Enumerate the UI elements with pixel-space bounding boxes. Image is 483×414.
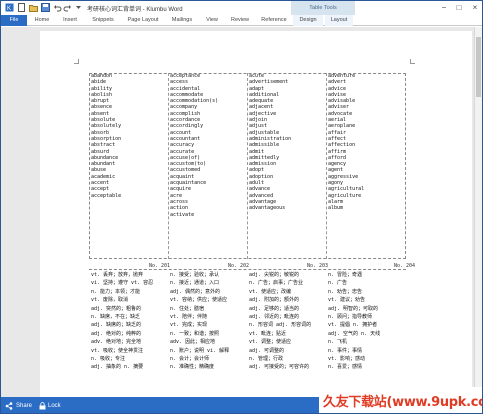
- watermark-text: 久友下载站(www.9upk.com): [323, 395, 482, 410]
- word-column-1: abandon abide ability abolish abrupt absence a…: [90, 73, 169, 259]
- share-icon: [5, 402, 13, 410]
- new-doc-icon[interactable]: [17, 3, 26, 12]
- margin-mark: [410, 59, 415, 64]
- definition-entry: adj. 偶然的；意外的: [170, 288, 221, 295]
- definition-entry: n. 形容词 adj. 形容词的: [249, 322, 312, 329]
- definition-column-2: n. 接受；验收；承认 n. 接近；通道；入口 adj. 偶然的；意外的 vt. 容纳…: [169, 271, 248, 397]
- margin-mark: [74, 59, 79, 64]
- tab-page-layout[interactable]: Page Layout: [125, 15, 161, 26]
- word-entry: acceptable: [91, 192, 122, 199]
- definition-entry: n. 事件；事情: [328, 347, 363, 354]
- definition-entry: vt. 调整；使适应: [249, 339, 292, 346]
- definition-entry: adj. 明智的；可取的: [328, 305, 379, 312]
- definition-entry: n. 劝告；忠告: [328, 288, 363, 295]
- watermark-banner: 久友下载站(www.9upk.com): [319, 387, 482, 413]
- tab-reference[interactable]: Reference: [258, 15, 290, 26]
- tab-mailings[interactable]: Mailings: [168, 15, 196, 26]
- definition-entry: vi. 坚持；遵守 vt. 容忍: [91, 280, 154, 287]
- definition-entry: n. 准确性；精确度: [170, 364, 215, 371]
- close-button[interactable]: ×: [468, 2, 482, 13]
- definition-entry: n. 广告；启事；广告业: [249, 280, 304, 287]
- tab-home[interactable]: Home: [31, 15, 53, 26]
- definition-entry: n. 吸收；专注: [91, 356, 126, 363]
- tab-design[interactable]: Design: [293, 15, 323, 26]
- definition-entry: vt. 影响；感动: [328, 356, 366, 363]
- definition-entry: adj. 可接受的；可容许的: [249, 364, 310, 371]
- definition-entry: adj. 附加的；额外的: [249, 297, 300, 304]
- definition-entry: adj. 邻近的；毗连的: [249, 314, 300, 321]
- definition-entry: adj. 足够的；适当的: [249, 305, 300, 312]
- title-bar: K 考研核心词汇背单词 - Klumbu Word Table Tools − …: [1, 1, 482, 15]
- app-window: K 考研核心词汇背单词 - Klumbu Word Table Tools − …: [0, 0, 483, 414]
- word-column-4: adventure advert advice advise advisable advi…: [327, 73, 406, 259]
- open-icon[interactable]: [29, 3, 38, 12]
- definition-entry: adv. 因此；相应地: [170, 339, 216, 346]
- definition-column-1: vt. 丢弃；放弃，抛弃 vi. 坚持；遵守 vt. 容忍 n. 能力；本领；才能 v…: [90, 271, 169, 397]
- definition-entry: adv. 绝对地；完全地: [91, 339, 142, 346]
- definition-entry: adj. 抽象的 n. 摘要: [91, 364, 144, 371]
- definition-entry: n. 冒险；奇遇: [328, 272, 363, 278]
- definition-entry: n. 住处；膳宿: [170, 305, 205, 312]
- definition-entry: n. 能力；本领；才能: [91, 288, 141, 295]
- table-tools-label: Table Tools: [291, 1, 355, 15]
- definition-column-3: adj. 尖锐的；敏锐的 n. 广告；启事；广告业 vt. 使适应；改编 adj. 附…: [248, 271, 327, 397]
- tab-insert[interactable]: Insert: [59, 15, 81, 26]
- definition-entry: n. 顾问；指导教师: [328, 314, 373, 321]
- definition-entry: n. 接受；验收；承认: [170, 272, 220, 278]
- definition-entry: adj. 空气的 n. 天线: [328, 330, 381, 337]
- definition-entry: adj. 可调整的: [249, 347, 285, 354]
- save-icon[interactable]: [41, 3, 50, 12]
- definition-entry: adj. 尖锐的；敏锐的: [249, 272, 300, 278]
- definition-entry: n. 管理；行政: [249, 356, 284, 363]
- definition-entry: adj. 缺席的；缺乏的: [91, 322, 142, 329]
- definition-entry: vt. 吸收；使全神贯注: [91, 347, 144, 354]
- definition-entry: vt. 丢弃；放弃，抛弃: [91, 272, 144, 278]
- app-logo-icon: K: [5, 3, 14, 12]
- tab-snippets[interactable]: Snippets: [88, 15, 118, 26]
- share-button[interactable]: Share: [16, 401, 32, 411]
- definition-entry: adj. 绝对的；纯粹的: [91, 330, 142, 337]
- definition-column-4: n. 冒险；奇遇 n. 广告 n. 劝告；忠告 vt. 建议；劝告 adj. 明智的；可…: [327, 271, 406, 397]
- vertical-scrollbar[interactable]: [474, 27, 482, 397]
- definition-entry: vt. 提倡 n. 拥护者: [328, 322, 378, 329]
- definition-entry: vt. 建议；劝告: [328, 297, 366, 304]
- definition-entry: vt. 使适应；改编: [249, 288, 292, 295]
- word-column-2: acceptance access accidental accommodate acc…: [169, 73, 248, 259]
- word-entry: album: [328, 205, 344, 212]
- definition-entry: vt. 容纳；供应；使适应: [170, 297, 228, 304]
- definition-entry: vt. 陪伴；伴随: [170, 314, 208, 321]
- tab-review[interactable]: Review: [227, 15, 253, 26]
- scroll-thumb[interactable]: [476, 37, 481, 97]
- maximize-button[interactable]: □: [452, 2, 466, 13]
- definition-entry: n. 飞机: [328, 339, 348, 346]
- tab-layout[interactable]: Layout: [325, 15, 353, 26]
- svg-text:K: K: [7, 6, 11, 12]
- window-title: 考研核心词汇背单词 - Klumbu Word: [87, 7, 183, 13]
- lock-button[interactable]: Lock: [48, 401, 61, 411]
- definition-entry: vt. 废除，取消: [91, 297, 129, 304]
- definition-entry: vt. 完成；实现: [170, 322, 208, 329]
- quick-access-menu-icon[interactable]: [74, 3, 83, 12]
- definition-entry: n. 账户；说明 vi. 解释: [170, 347, 230, 354]
- word-entry: advantageous: [249, 205, 286, 212]
- tab-file[interactable]: File: [1, 15, 27, 26]
- definition-entry: n. 一致；和谐；按照: [170, 330, 220, 337]
- definition-entry: n. 喜爱；感情: [328, 364, 363, 371]
- definition-entry: n. 缺席，不在；缺乏: [91, 314, 141, 321]
- definition-entry: n. 接近；通道；入口: [170, 280, 220, 287]
- undo-icon[interactable]: [53, 3, 62, 12]
- definition-entry: adj. 突然的；粗鲁的: [91, 305, 142, 312]
- ribbon-tabs: File Home Insert Snippets Page Layout Ma…: [1, 15, 482, 26]
- word-entry: activate: [170, 211, 195, 218]
- redo-icon[interactable]: [63, 3, 72, 12]
- definition-entry: n. 广告: [328, 280, 348, 287]
- definition-entry: n. 会计；会计师: [170, 356, 210, 363]
- definition-entry: vt. 毗连；贴近: [249, 330, 287, 337]
- minimize-button[interactable]: −: [437, 2, 451, 13]
- tab-view[interactable]: View: [202, 15, 222, 26]
- lock-icon: [39, 402, 46, 410]
- word-column-3: acute advertisement adapt additional adequat…: [248, 73, 327, 259]
